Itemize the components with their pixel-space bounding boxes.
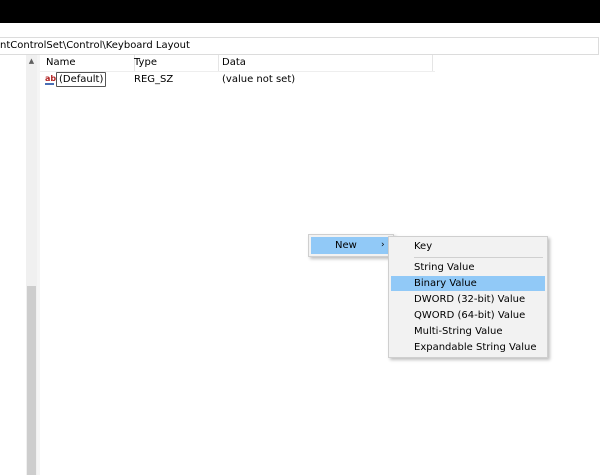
submenu-item-string-value[interactable]: String Value bbox=[391, 260, 545, 275]
menu-bar-area bbox=[0, 23, 600, 37]
menu-item-new[interactable]: New › bbox=[311, 237, 391, 254]
column-header-type[interactable]: Type bbox=[134, 55, 219, 71]
submenu-item-dword-value[interactable]: DWORD (32-bit) Value bbox=[391, 292, 545, 307]
chevron-right-icon: › bbox=[381, 240, 385, 250]
submenu-item-key[interactable]: Key bbox=[391, 239, 545, 254]
scroll-up-arrow-icon[interactable]: ▲ bbox=[26, 55, 37, 67]
menu-item-new-label: New bbox=[335, 240, 357, 251]
submenu-item-multi-string-value[interactable]: Multi-String Value bbox=[391, 324, 545, 339]
submenu-item-binary-value[interactable]: Binary Value bbox=[391, 276, 545, 291]
window-titlebar bbox=[0, 0, 600, 23]
menu-separator bbox=[414, 257, 543, 258]
context-menu: New › bbox=[308, 234, 394, 257]
column-header-name[interactable]: Name bbox=[40, 55, 135, 71]
new-submenu: Key String Value Binary Value DWORD (32-… bbox=[388, 236, 548, 358]
value-row[interactable]: ab (Default) REG_SZ (value not set) bbox=[40, 72, 600, 88]
address-path: ntControlSet\Control\Keyboard Layout bbox=[0, 40, 190, 51]
scroll-thumb[interactable] bbox=[27, 286, 36, 475]
submenu-item-qword-value[interactable]: QWORD (64-bit) Value bbox=[391, 308, 545, 323]
value-type: REG_SZ bbox=[134, 74, 174, 85]
key-tree-pane[interactable] bbox=[0, 55, 27, 475]
value-data: (value not set) bbox=[222, 74, 296, 85]
submenu-item-expandable-string-value[interactable]: Expandable String Value bbox=[391, 340, 545, 355]
address-bar[interactable]: ntControlSet\Control\Keyboard Layout bbox=[0, 37, 599, 55]
value-name[interactable]: (Default) bbox=[56, 72, 107, 87]
column-header-data[interactable]: Data bbox=[219, 55, 433, 71]
